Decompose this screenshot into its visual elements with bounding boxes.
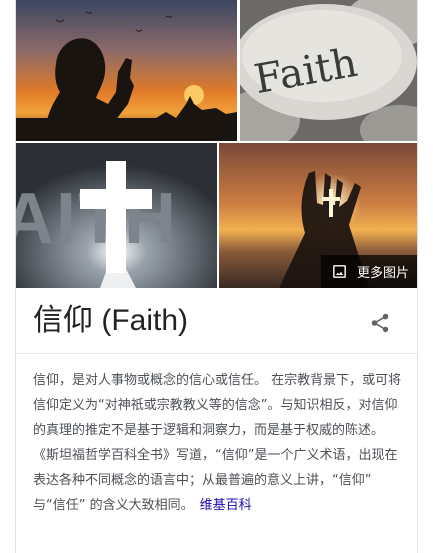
image-faith-stone[interactable]: Faith [240, 0, 417, 141]
description-text: 信仰，是对人事物或概念的信心或信任。 在宗教背景下，或可将信仰定义为“对神祇或宗… [33, 373, 402, 513]
image-praying-silhouette[interactable] [16, 0, 237, 141]
image-hands-cross-sunset[interactable]: 更多图片 [219, 143, 417, 288]
image-faith-cross[interactable]: AITH [16, 143, 217, 288]
entity-header: 信仰 (Faith) [16, 288, 417, 354]
image-icon [331, 263, 348, 280]
share-icon[interactable] [369, 312, 391, 334]
description: 信仰，是对人事物或概念的信心或信任。 在宗教背景下，或可将信仰定义为“对神祇或宗… [33, 368, 407, 518]
more-images-label: 更多图片 [356, 266, 409, 281]
wikipedia-link[interactable]: 维基百科 [200, 498, 252, 513]
knowledge-panel: Faith AITH 更多图片 信仰 (Faith) 信仰，是对人事物或概念的信… [15, 0, 418, 553]
more-images-button[interactable]: 更多图片 [320, 255, 417, 288]
entity-title: 信仰 (Faith) [33, 304, 189, 337]
